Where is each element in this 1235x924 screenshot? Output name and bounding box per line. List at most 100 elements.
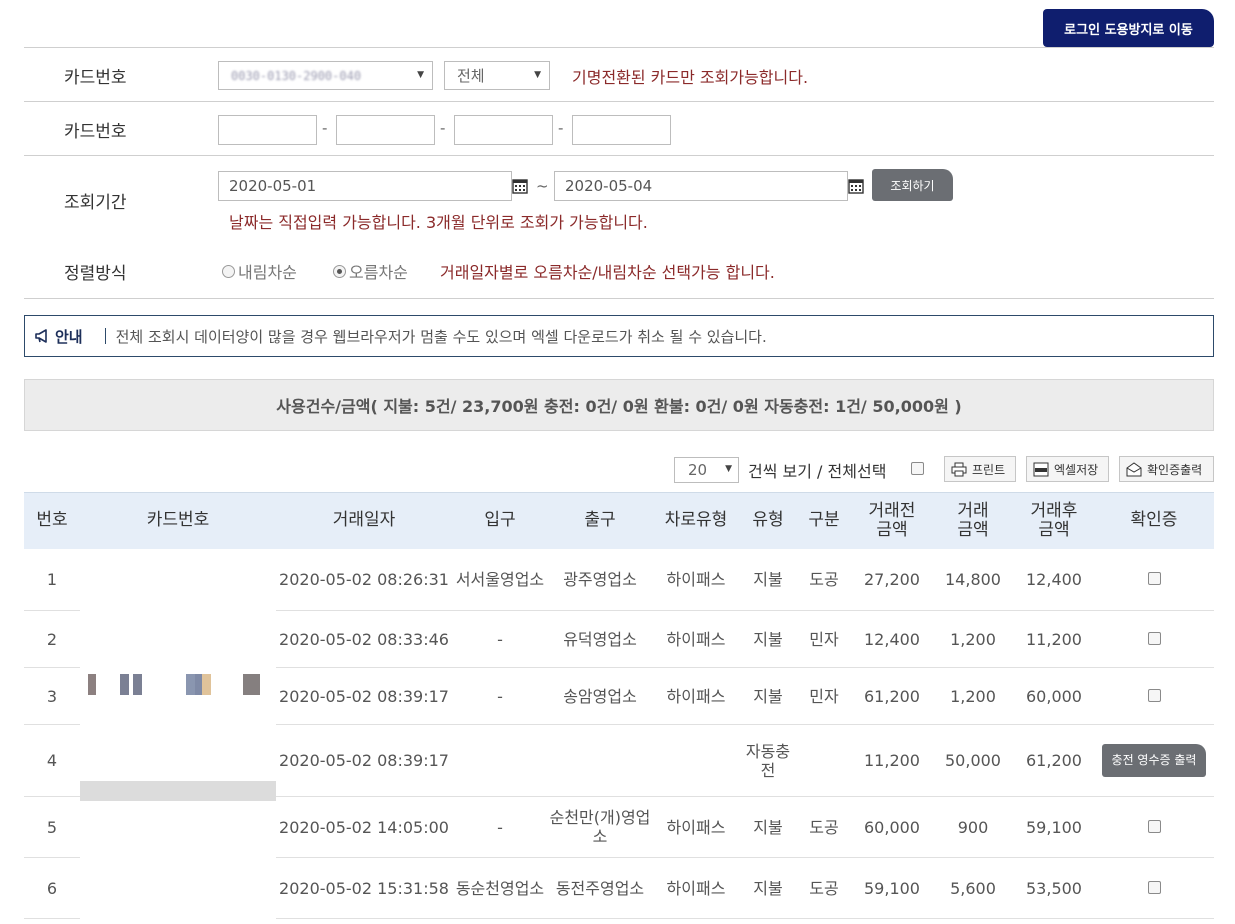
amount-after: 60,000 bbox=[1014, 667, 1094, 725]
lane-type bbox=[652, 724, 740, 797]
print-button[interactable]: 프린트 bbox=[944, 456, 1016, 482]
certificate-cell bbox=[1094, 796, 1214, 858]
certificate-cell bbox=[1094, 610, 1214, 668]
notice-box: 안내 전체 조회시 데이터양이 많을 경우 웹브라우저가 멈출 수도 있으며 엑… bbox=[24, 315, 1214, 357]
transaction-type: 지불 bbox=[740, 610, 796, 668]
certificate-print-label: 확인증출력 bbox=[1147, 462, 1203, 477]
amount-before: 12,400 bbox=[852, 610, 932, 668]
col-header: 출구 bbox=[548, 492, 652, 549]
sort-desc-radio[interactable]: 내림차순 bbox=[222, 259, 297, 283]
login-protection-button[interactable]: 로그인 도용방지로 이동 bbox=[1043, 9, 1214, 47]
transaction-date: 2020-05-02 14:05:00 bbox=[276, 796, 452, 858]
transaction-date: 2020-05-02 08:26:31 bbox=[276, 548, 452, 611]
operator-class: 민자 bbox=[796, 610, 852, 668]
select-all-checkbox[interactable] bbox=[911, 462, 924, 475]
table-row: 1 2020-05-02 08:26:31 서서울영업소 광주영업소 하이패스 … bbox=[24, 548, 1214, 919]
date-to-input[interactable]: 2020-05-04 bbox=[554, 171, 848, 201]
page-size-text: 건씩 보기 / 전체선택 bbox=[748, 462, 887, 481]
divider bbox=[24, 101, 1214, 102]
exit-gate: 순천만(개)영업소 bbox=[548, 796, 652, 858]
usage-summary: 사용건수/금액( 지불: 5건/ 23,700원 충전: 0건/ 0원 환불: … bbox=[24, 379, 1214, 431]
chevron-down-icon: ▼ bbox=[725, 464, 732, 474]
sort-note: 거래일자별로 오름차순/내림차순 선택가능 합니다. bbox=[440, 263, 775, 282]
date-tilde: ~ bbox=[536, 177, 549, 195]
printer-icon bbox=[951, 462, 967, 476]
sort-asc-radio[interactable]: 오름차순 bbox=[333, 259, 408, 283]
operator-class: 도공 bbox=[796, 857, 852, 919]
col-header: 거래후 금액 bbox=[1014, 492, 1094, 549]
row-checkbox[interactable] bbox=[1147, 631, 1161, 645]
lane-type: 하이패스 bbox=[652, 796, 740, 858]
card-number-input-3[interactable] bbox=[454, 115, 553, 145]
envelope-icon bbox=[1126, 461, 1142, 476]
page-size-value: 20 bbox=[688, 461, 708, 479]
row-number: 1 bbox=[24, 548, 80, 611]
divider bbox=[24, 155, 1214, 156]
sort-asc-label: 오름차순 bbox=[349, 263, 408, 282]
row-number: 5 bbox=[24, 796, 80, 858]
calendar-icon[interactable] bbox=[848, 178, 864, 194]
row-number: 2 bbox=[24, 610, 80, 668]
col-header: 확인증 bbox=[1094, 492, 1214, 549]
col-header: 거래 금액 bbox=[932, 492, 1014, 549]
row-checkbox[interactable] bbox=[1147, 880, 1161, 894]
exit-gate: 유덕영업소 bbox=[548, 610, 652, 668]
charge-receipt-print-button[interactable]: 충전 영수증 출력 bbox=[1102, 744, 1206, 777]
card-number-input-4[interactable] bbox=[572, 115, 671, 145]
entry-gate: - bbox=[452, 610, 548, 668]
exit-gate: 광주영업소 bbox=[548, 548, 652, 611]
calendar-icon[interactable] bbox=[512, 178, 528, 194]
amount: 900 bbox=[932, 796, 1014, 858]
transaction-type: 지불 bbox=[740, 857, 796, 919]
transaction-type: 지불 bbox=[740, 796, 796, 858]
row-checkbox[interactable] bbox=[1147, 688, 1161, 702]
amount: 14,800 bbox=[932, 548, 1014, 611]
lane-type: 하이패스 bbox=[652, 548, 740, 611]
transaction-date: 2020-05-02 08:39:17 bbox=[276, 724, 452, 797]
dash-separator: - bbox=[558, 119, 564, 137]
entry-gate: - bbox=[452, 796, 548, 858]
col-header: 차로유형 bbox=[652, 492, 740, 549]
amount: 5,600 bbox=[932, 857, 1014, 919]
dash-separator: - bbox=[440, 119, 446, 137]
certificate-cell bbox=[1094, 667, 1214, 725]
exit-gate: 동전주영업소 bbox=[548, 857, 652, 919]
amount-before: 60,000 bbox=[852, 796, 932, 858]
card-type-value: 전체 bbox=[457, 67, 485, 85]
date-from-input[interactable]: 2020-05-01 bbox=[218, 171, 512, 201]
card-select[interactable]: 0030-0130-2900-040 ▼ bbox=[218, 61, 433, 90]
chevron-down-icon: ▼ bbox=[417, 70, 424, 80]
card-number-cell bbox=[80, 548, 276, 919]
radio-checked-icon[interactable] bbox=[333, 264, 346, 278]
divider bbox=[24, 47, 1214, 48]
amount-after: 59,100 bbox=[1014, 796, 1094, 858]
lane-type: 하이패스 bbox=[652, 610, 740, 668]
excel-save-button[interactable]: 엑셀저장 bbox=[1026, 456, 1109, 482]
certificate-cell: 충전 영수증 출력 bbox=[1094, 724, 1214, 797]
amount-after: 61,200 bbox=[1014, 724, 1094, 797]
row-checkbox[interactable] bbox=[1147, 571, 1161, 585]
excel-icon bbox=[1033, 462, 1049, 476]
notice-separator bbox=[104, 328, 106, 344]
card-type-select[interactable]: 전체 ▼ bbox=[444, 61, 550, 90]
certificate-cell bbox=[1094, 548, 1214, 611]
certificate-print-button[interactable]: 확인증출력 bbox=[1119, 456, 1214, 482]
search-button[interactable]: 조회하기 bbox=[872, 169, 953, 201]
row-checkbox[interactable] bbox=[1147, 819, 1161, 833]
date-note: 날짜는 직접입력 가능합니다. 3개월 단위로 조회가 가능합니다. bbox=[229, 213, 648, 232]
amount: 1,200 bbox=[932, 610, 1014, 668]
card-number-input-1[interactable] bbox=[218, 115, 317, 145]
card-number-input-2[interactable] bbox=[336, 115, 435, 145]
amount-before: 61,200 bbox=[852, 667, 932, 725]
row-number: 4 bbox=[24, 724, 80, 797]
entry-gate: 동순천영업소 bbox=[452, 857, 548, 919]
page-size-select[interactable]: 20 ▼ bbox=[674, 457, 739, 483]
excel-save-label: 엑셀저장 bbox=[1054, 462, 1099, 477]
amount-before: 27,200 bbox=[852, 548, 932, 611]
col-header: 카드번호 bbox=[80, 492, 276, 549]
print-label: 프린트 bbox=[972, 462, 1006, 477]
col-header: 번호 bbox=[24, 492, 80, 549]
radio-unchecked-icon[interactable] bbox=[222, 264, 235, 278]
transaction-type: 지불 bbox=[740, 667, 796, 725]
col-header: 거래전 금액 bbox=[852, 492, 932, 549]
